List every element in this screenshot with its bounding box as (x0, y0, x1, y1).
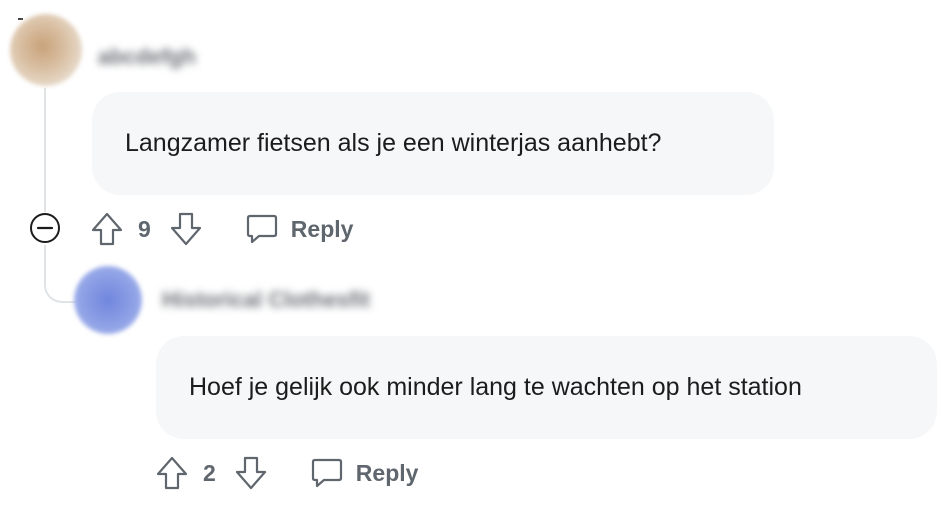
username[interactable]: abcdefgh (98, 44, 196, 70)
minus-circle-icon (30, 213, 60, 243)
reply-button[interactable]: Reply (245, 213, 354, 245)
upvote-button[interactable] (155, 455, 189, 491)
vote-count: 2 (203, 459, 216, 486)
upvote-button[interactable] (90, 211, 124, 247)
thread-connector (44, 245, 78, 303)
upvote-arrow-icon (91, 212, 123, 246)
reply-label: Reply (290, 215, 354, 242)
username[interactable]: Historical Clothesfit (162, 287, 370, 313)
comment-bubble: Langzamer fietsen als je een winterjas a… (92, 92, 774, 195)
upvote-arrow-icon (156, 456, 188, 490)
comment-bubble: Hoef je gelijk ook minder lang te wachte… (156, 336, 937, 439)
comment-actions: 2 Reply (155, 453, 418, 493)
downvote-button[interactable] (234, 455, 268, 491)
reply-label: Reply (355, 459, 419, 486)
downvote-arrow-icon (235, 456, 266, 490)
speech-bubble-icon (246, 214, 277, 244)
comment-text: Hoef je gelijk ook minder lang te wachte… (189, 373, 802, 401)
thread-line (44, 88, 46, 212)
avatar[interactable] (10, 14, 82, 86)
comment-text: Langzamer fietsen als je een winterjas a… (125, 129, 662, 157)
collapse-thread-button[interactable] (29, 212, 61, 244)
speech-bubble-icon (311, 458, 342, 488)
comment-thread: abcdefgh Langzamer fietsen als je een wi… (0, 0, 952, 514)
avatar[interactable] (74, 266, 142, 334)
comment-actions: 9 Reply (90, 209, 353, 249)
vote-count: 9 (138, 215, 151, 242)
downvote-arrow-icon (170, 212, 201, 246)
reply-button[interactable]: Reply (310, 457, 419, 489)
downvote-button[interactable] (169, 211, 203, 247)
corner-mark (18, 18, 23, 20)
